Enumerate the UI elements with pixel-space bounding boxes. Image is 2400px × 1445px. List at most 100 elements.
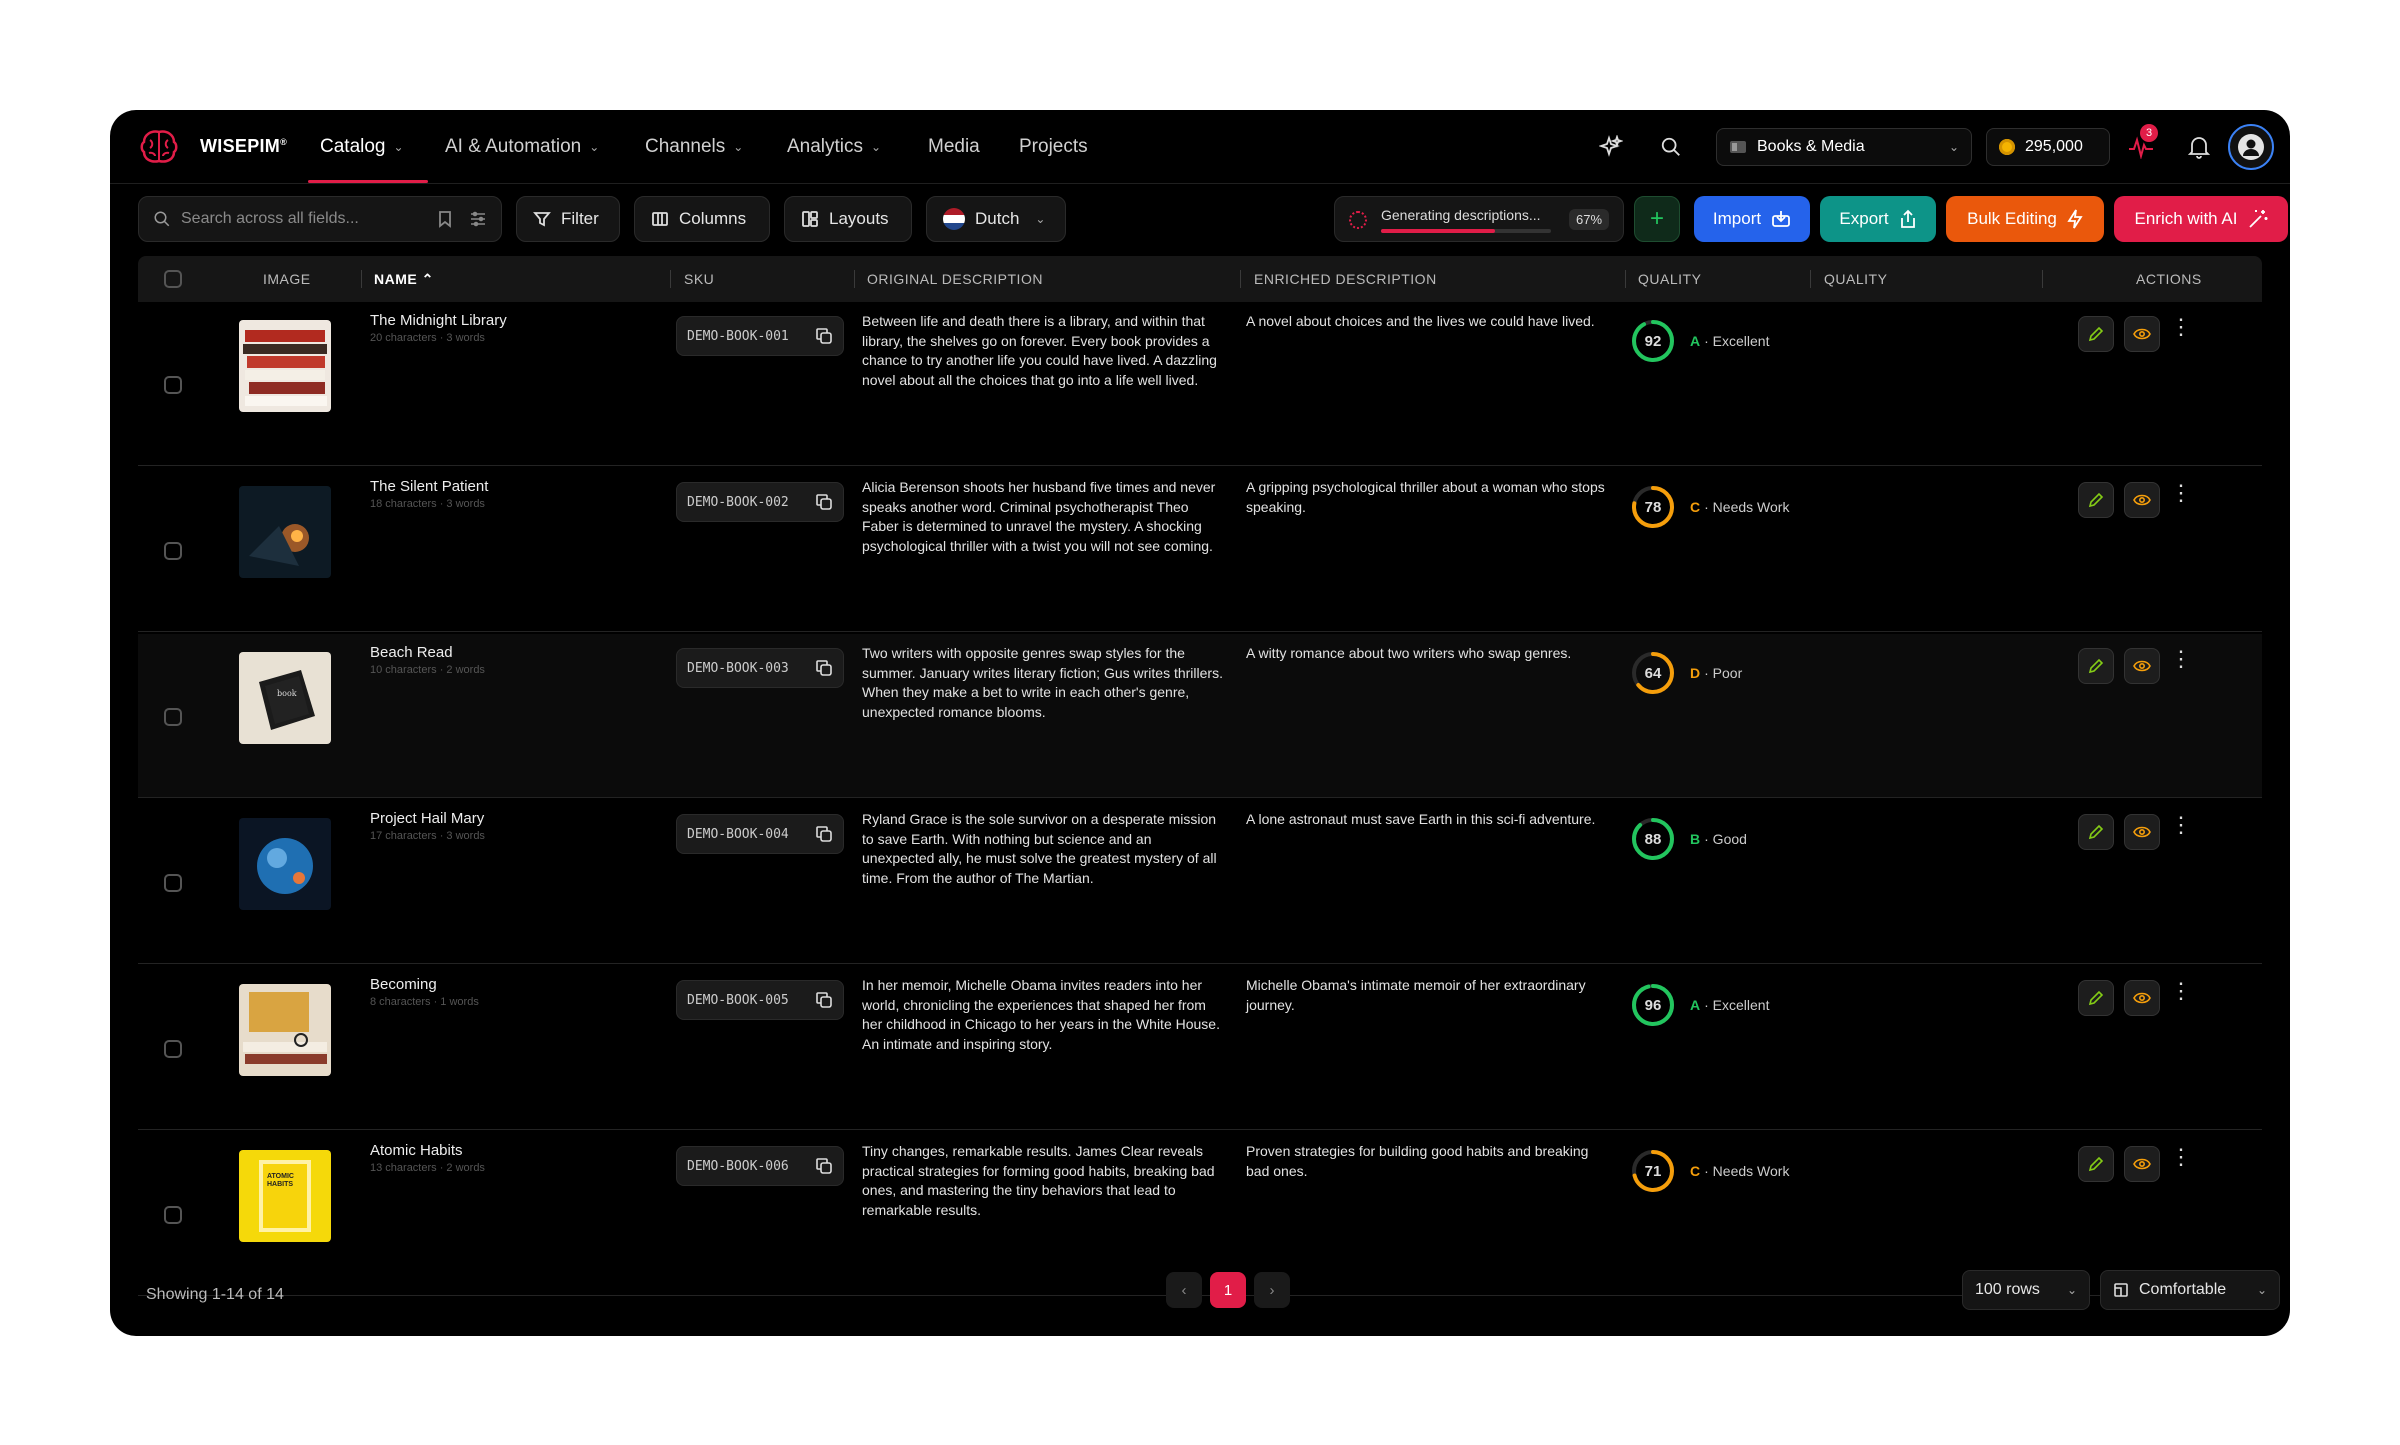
preview-button[interactable] <box>2124 482 2160 518</box>
enriched-description[interactable]: A witty romance about two writers who sw… <box>1246 644 1606 664</box>
nav-analytics[interactable]: Analytics ⌄ <box>787 136 881 158</box>
nav-catalog[interactable]: Catalog ⌄ <box>320 136 404 158</box>
product-name[interactable]: The Midnight Library <box>370 312 507 329</box>
import-button[interactable]: Import <box>1694 196 1810 242</box>
sku-field[interactable]: DEMO-BOOK-005 <box>676 980 844 1020</box>
export-button[interactable]: Export <box>1820 196 1936 242</box>
original-description[interactable]: Tiny changes, remarkable results. James … <box>862 1142 1224 1220</box>
bulk-editing-button[interactable]: Bulk Editing <box>1946 196 2104 242</box>
edit-button[interactable] <box>2078 648 2114 684</box>
column-divider[interactable] <box>1810 270 1811 288</box>
edit-button[interactable] <box>2078 1146 2114 1182</box>
original-description[interactable]: Two writers with opposite genres swap st… <box>862 644 1224 722</box>
more-options-icon[interactable]: ⋮ <box>2170 316 2192 338</box>
next-page-button[interactable]: › <box>1254 1272 1290 1308</box>
original-description[interactable]: Between life and death there is a librar… <box>862 312 1224 390</box>
bell-icon[interactable] <box>2184 132 2214 162</box>
brain-logo-icon[interactable] <box>138 128 180 166</box>
enriched-description[interactable]: A novel about choices and the lives we c… <box>1246 312 1606 332</box>
header-quality[interactable]: QUALITY <box>1638 271 1701 287</box>
credits-balance[interactable]: 295,000 <box>1986 128 2110 166</box>
nav-media[interactable]: Media <box>928 136 980 158</box>
table-row[interactable]: The Silent Patient 18 characters · 3 word… <box>138 468 2262 632</box>
product-name[interactable]: Atomic Habits <box>370 1142 463 1159</box>
prev-page-button[interactable]: ‹ <box>1166 1272 1202 1308</box>
nav-ai-automation[interactable]: AI & Automation ⌄ <box>445 136 599 158</box>
product-image[interactable] <box>239 818 331 910</box>
row-checkbox[interactable] <box>164 376 182 394</box>
row-checkbox[interactable] <box>164 874 182 892</box>
row-checkbox[interactable] <box>164 542 182 560</box>
preview-button[interactable] <box>2124 316 2160 352</box>
sku-field[interactable]: DEMO-BOOK-002 <box>676 482 844 522</box>
enriched-description[interactable]: A lone astronaut must save Earth in this… <box>1246 810 1606 830</box>
columns-button[interactable]: Columns <box>634 196 770 242</box>
layouts-button[interactable]: Layouts <box>784 196 912 242</box>
edit-button[interactable] <box>2078 814 2114 850</box>
table-row[interactable]: ATOMIC HABITS Atomic Habits 13 characters ·… <box>138 1132 2262 1296</box>
bookmark-icon[interactable] <box>437 210 453 228</box>
language-selector[interactable]: Dutch ⌄ <box>926 196 1066 242</box>
edit-button[interactable] <box>2078 316 2114 352</box>
header-name[interactable]: NAME ⌃ <box>374 271 434 288</box>
product-name[interactable]: Project Hail Mary <box>370 810 484 827</box>
edit-button[interactable] <box>2078 482 2114 518</box>
column-divider[interactable] <box>670 270 671 288</box>
copy-icon[interactable] <box>815 1157 833 1175</box>
column-divider[interactable] <box>1625 270 1626 288</box>
store-selector[interactable]: Books & Media ⌄ <box>1716 128 1972 166</box>
preview-button[interactable] <box>2124 980 2160 1016</box>
more-options-icon[interactable]: ⋮ <box>2170 814 2192 836</box>
product-image[interactable] <box>239 320 331 412</box>
sliders-icon[interactable] <box>469 210 487 228</box>
edit-button[interactable] <box>2078 980 2114 1016</box>
more-options-icon[interactable]: ⋮ <box>2170 482 2192 504</box>
copy-icon[interactable] <box>815 327 833 345</box>
more-options-icon[interactable]: ⋮ <box>2170 648 2192 670</box>
product-name[interactable]: Becoming <box>370 976 437 993</box>
row-checkbox[interactable] <box>164 1040 182 1058</box>
sku-field[interactable]: DEMO-BOOK-004 <box>676 814 844 854</box>
header-quality-2[interactable]: QUALITY <box>1824 271 1887 287</box>
user-avatar[interactable] <box>2228 124 2274 170</box>
row-checkbox[interactable] <box>164 708 182 726</box>
more-options-icon[interactable]: ⋮ <box>2170 1146 2192 1168</box>
filter-button[interactable]: Filter <box>516 196 620 242</box>
header-original-description[interactable]: ORIGINAL DESCRIPTION <box>867 271 1043 287</box>
copy-icon[interactable] <box>815 991 833 1009</box>
select-all-checkbox[interactable] <box>164 270 182 288</box>
enriched-description[interactable]: A gripping psychological thriller about … <box>1246 478 1606 517</box>
nav-projects[interactable]: Projects <box>1019 136 1088 158</box>
density-select[interactable]: Comfortable ⌄ <box>2100 1270 2280 1310</box>
ai-sparkles-icon[interactable] <box>1596 132 1626 162</box>
column-divider[interactable] <box>854 270 855 288</box>
add-product-button[interactable]: + <box>1634 196 1680 242</box>
enriched-description[interactable]: Proven strategies for building good habi… <box>1246 1142 1606 1181</box>
table-row[interactable]: book Beach Read 10 characters · 2 words DEM… <box>138 634 2262 798</box>
rows-per-page-select[interactable]: 100 rows ⌄ <box>1962 1270 2090 1310</box>
product-image[interactable] <box>239 486 331 578</box>
more-options-icon[interactable]: ⋮ <box>2170 980 2192 1002</box>
sku-field[interactable]: DEMO-BOOK-006 <box>676 1146 844 1186</box>
table-row[interactable]: Project Hail Mary 17 characters · 3 words… <box>138 800 2262 964</box>
enriched-description[interactable]: Michelle Obama's intimate memoir of her … <box>1246 976 1606 1015</box>
column-divider[interactable] <box>2042 270 2043 288</box>
row-checkbox[interactable] <box>164 1206 182 1224</box>
product-image[interactable]: book <box>239 652 331 744</box>
search-icon[interactable] <box>1656 132 1686 162</box>
header-sku[interactable]: SKU <box>684 271 714 287</box>
enrich-with-ai-button[interactable]: Enrich with AI <box>2114 196 2288 242</box>
table-row[interactable]: The Midnight Library 20 characters · 3 wo… <box>138 302 2262 466</box>
column-divider[interactable] <box>1240 270 1241 288</box>
copy-icon[interactable] <box>815 493 833 511</box>
preview-button[interactable] <box>2124 1146 2160 1182</box>
sku-field[interactable]: DEMO-BOOK-003 <box>676 648 844 688</box>
preview-button[interactable] <box>2124 648 2160 684</box>
brand-name[interactable]: WISEPIM® <box>200 136 287 157</box>
column-divider[interactable] <box>361 270 362 288</box>
sku-field[interactable]: DEMO-BOOK-001 <box>676 316 844 356</box>
original-description[interactable]: Ryland Grace is the sole survivor on a d… <box>862 810 1224 888</box>
copy-icon[interactable] <box>815 659 833 677</box>
table-row[interactable]: Becoming 8 characters · 1 words DEMO-BOOK-… <box>138 966 2262 1130</box>
nav-channels[interactable]: Channels ⌄ <box>645 136 743 158</box>
